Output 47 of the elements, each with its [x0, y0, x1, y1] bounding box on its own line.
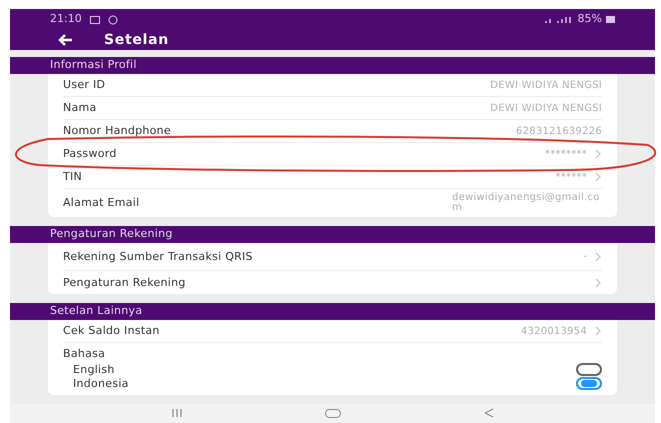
- row-label: Cek Saldo Instan: [63, 326, 160, 336]
- settings-row[interactable]: Nomor Handphone 6283121639226: [63, 120, 602, 144]
- row-label: TIN: [63, 172, 82, 182]
- row-label: Nomor Handphone: [63, 126, 171, 136]
- row-label: User ID: [63, 80, 106, 90]
- row-value: ******: [556, 170, 587, 185]
- row-value: ********: [545, 148, 587, 162]
- row-label: Password: [63, 149, 117, 160]
- option-label: English: [73, 364, 115, 376]
- signal-icon: [544, 15, 574, 24]
- row-value: dewiwidiyanengsi@gmail.com: [452, 193, 601, 214]
- section-header: Pengaturan Rekening: [10, 226, 655, 244]
- row-value: -: [583, 250, 587, 264]
- recent-apps-icon[interactable]: [171, 409, 184, 418]
- page-title: Setelan: [104, 30, 169, 50]
- row-value: 4320013954: [520, 324, 587, 339]
- image-icon: [90, 16, 100, 24]
- chevron-right-icon: [595, 326, 602, 336]
- row-label: Bahasa: [63, 346, 106, 362]
- radio-button[interactable]: [576, 363, 602, 376]
- battery-icon: [606, 16, 615, 24]
- row-label: Rekening Sumber Transaksi QRIS: [63, 252, 253, 262]
- row-value: DEWI WIDIYA NENGSI: [490, 102, 602, 116]
- settings-row[interactable]: TIN ******: [63, 166, 602, 190]
- settings-row[interactable]: Nama DEWI WIDIYA NENGSI: [63, 97, 602, 120]
- settings-row[interactable]: Alamat Email dewiwidiyanengsi@gmail.com: [63, 189, 602, 218]
- section-header: Informasi Profil: [10, 57, 655, 74]
- chat-icon: [108, 14, 118, 25]
- row-label: Pengaturan Rekening: [63, 278, 186, 288]
- radio-button[interactable]: [576, 377, 602, 390]
- settings-row[interactable]: Rekening Sumber Transaksi QRIS -: [63, 243, 602, 272]
- row-value: 6283121639226: [516, 124, 602, 139]
- settings-row[interactable]: User ID DEWI WIDIYA NENGSI: [63, 74, 602, 98]
- row-value: DEWI WIDIYA NENGSI: [490, 78, 602, 93]
- row-label: Nama: [63, 103, 97, 114]
- chevron-right-icon: [595, 172, 602, 182]
- row-label: Alamat Email: [63, 198, 140, 208]
- status-time: 21:10: [50, 11, 82, 28]
- home-icon[interactable]: [325, 408, 342, 418]
- section-header: Setelan Lainnya: [10, 303, 655, 320]
- option-label: Indonesia: [73, 378, 129, 390]
- settings-row[interactable]: Cek Saldo Instan 4320013954: [63, 320, 602, 344]
- chevron-right-icon: [595, 252, 602, 262]
- chevron-right-icon: [595, 149, 602, 160]
- battery-percent: 85%: [578, 11, 602, 28]
- chevron-right-icon: [595, 278, 602, 288]
- settings-row[interactable]: Pengaturan Rekening: [63, 271, 602, 294]
